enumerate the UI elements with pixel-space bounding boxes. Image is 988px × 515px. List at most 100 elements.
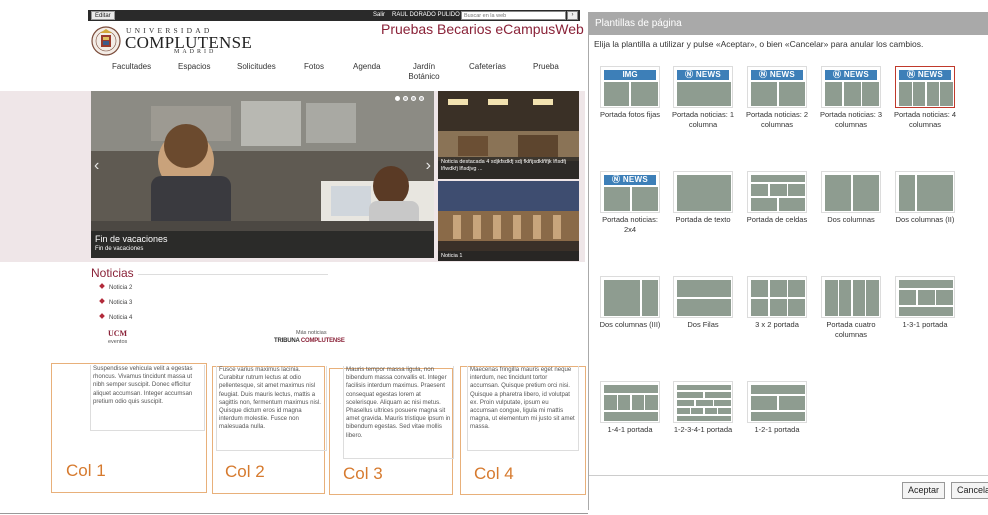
cancel-button[interactable]: Cancelar bbox=[951, 482, 988, 499]
nav-item-espacios[interactable]: Espacios bbox=[178, 62, 210, 72]
news-item-label: Noticia 2 bbox=[109, 285, 133, 291]
template-portada-cuatro-columnas[interactable]: Portada cuatro columnas bbox=[816, 276, 886, 340]
column-2-label: Col 2 bbox=[225, 462, 265, 481]
template-label: Portada de celdas bbox=[746, 215, 808, 224]
news-list-item[interactable]: Noticia 4 bbox=[99, 313, 132, 322]
template-label: Portada noticias: 3 columnas bbox=[819, 110, 883, 129]
featured-news-card[interactable]: Noticia destacada 4 sdjkfsdkfj sdj fklñj… bbox=[438, 91, 579, 179]
nav-item-prueba[interactable]: Prueba bbox=[533, 62, 559, 72]
news-text: NEWS bbox=[917, 70, 944, 79]
template-thumbnail: Ⓝ NEWS bbox=[600, 171, 660, 213]
search-input[interactable] bbox=[461, 11, 566, 20]
search-button[interactable]: › bbox=[567, 11, 578, 20]
column-3-label: Col 3 bbox=[343, 464, 383, 483]
main-navigation: Facultades Espacios Solicitudes Fotos Ag… bbox=[90, 62, 580, 88]
news-header-icon: Ⓝ NEWS bbox=[677, 70, 729, 80]
hero-slider[interactable]: ‹ › Fin de vacaciones Fin de vacaciones bbox=[91, 91, 434, 258]
news-text: NEWS bbox=[622, 175, 649, 184]
edit-button[interactable]: Editar bbox=[91, 11, 115, 20]
template-dos-columnas[interactable]: Dos columnas bbox=[816, 171, 886, 225]
hero-caption: Fin de vacaciones Fin de vacaciones bbox=[91, 231, 434, 258]
template-thumbnail bbox=[895, 276, 955, 318]
news-list-item[interactable]: Noticia 3 bbox=[99, 298, 133, 307]
slider-dot[interactable] bbox=[395, 96, 400, 101]
template-thumbnail bbox=[673, 171, 733, 213]
template-portada-de-celdas[interactable]: Portada de celdas bbox=[742, 171, 812, 225]
template-1-2-3-4-1-portada[interactable]: 1-2-3-4-1 portada bbox=[668, 381, 738, 435]
column-1-label: Col 1 bbox=[66, 461, 106, 480]
news-text: NEWS bbox=[769, 70, 796, 79]
template-portada-noticias-2x4[interactable]: Ⓝ NEWS Portada noticias: 2x4 bbox=[595, 171, 665, 235]
tribuna-complutense-logo[interactable]: TRIBUNA COMPLUTENSE bbox=[274, 338, 345, 344]
slider-dot[interactable] bbox=[411, 96, 416, 101]
logo-line-3: MADRID bbox=[174, 49, 217, 55]
nav-item-agenda[interactable]: Agenda bbox=[353, 62, 381, 72]
template-thumbnail bbox=[673, 381, 733, 423]
template-portada-noticias-3-columnas[interactable]: Ⓝ NEWS Portada noticias: 3 columnas bbox=[816, 66, 886, 130]
news-1-caption: Noticia 1 bbox=[438, 251, 579, 261]
template-dos-columnas-ii[interactable]: Dos columnas (II) bbox=[890, 171, 960, 225]
news-text: NEWS bbox=[695, 70, 722, 79]
template-thumbnail bbox=[600, 381, 660, 423]
news-header-icon: Ⓝ NEWS bbox=[751, 70, 803, 80]
nav-item-solicitudes[interactable]: Solicitudes bbox=[237, 62, 276, 72]
nav-item-jardin-botanico[interactable]: Jardín Botánico bbox=[402, 62, 446, 82]
ucm-events-link[interactable]: UCM eventos bbox=[108, 329, 127, 345]
template-thumbnail bbox=[747, 276, 807, 318]
page-templates-dialog: Plantillas de página Elija la plantilla … bbox=[588, 12, 988, 510]
nav-item-fotos[interactable]: Fotos bbox=[304, 62, 324, 72]
news-divider bbox=[138, 274, 328, 275]
template-portada-noticias-1-columna[interactable]: Ⓝ NEWS Portada noticias: 1 columna bbox=[668, 66, 738, 130]
template-thumbnail: Ⓝ NEWS bbox=[673, 66, 733, 108]
template-thumbnail bbox=[895, 171, 955, 213]
dialog-titlebar[interactable]: Plantillas de página bbox=[589, 12, 988, 35]
university-seal-icon bbox=[91, 26, 121, 56]
dialog-footer-divider bbox=[589, 475, 988, 476]
more-news-link[interactable]: Más noticias bbox=[296, 330, 327, 336]
template-1-2-1-portada[interactable]: 1-2-1 portada bbox=[742, 381, 812, 435]
bullet-icon bbox=[99, 298, 105, 304]
template-portada-de-texto[interactable]: Portada de texto bbox=[668, 171, 738, 225]
slider-prev-arrow-icon[interactable]: ‹ bbox=[94, 157, 99, 175]
template-portada-noticias-2-columnas[interactable]: Ⓝ NEWS Portada noticias: 2 columnas bbox=[742, 66, 812, 130]
template-thumbnail bbox=[747, 171, 807, 213]
template-label: Dos columnas (II) bbox=[895, 215, 955, 224]
template-thumbnail: IMG bbox=[600, 66, 660, 108]
template-thumbnail bbox=[673, 276, 733, 318]
template-portada-fotos-fijas[interactable]: IMG Portada fotos fijas bbox=[595, 66, 665, 120]
news-header-icon: Ⓝ NEWS bbox=[825, 70, 877, 80]
slider-next-arrow-icon[interactable]: › bbox=[426, 157, 431, 175]
template-label: 1-3-1 portada bbox=[902, 320, 948, 329]
news-header-icon: Ⓝ NEWS bbox=[604, 175, 656, 185]
hero-title: Fin de vacaciones bbox=[95, 234, 168, 244]
university-logo[interactable]: UNIVERSIDAD COMPLUTENSE MADRID bbox=[91, 25, 252, 57]
news-list-item[interactable]: Noticia 2 bbox=[99, 283, 133, 292]
template-3x2-portada[interactable]: 3 x 2 portada bbox=[742, 276, 812, 330]
template-label: Portada noticias: 2 columnas bbox=[745, 110, 809, 129]
template-1-3-1-portada[interactable]: 1-3-1 portada bbox=[890, 276, 960, 330]
template-dos-columnas-iii[interactable]: Dos columnas (III) bbox=[595, 276, 665, 330]
page-bottom-divider bbox=[0, 513, 588, 514]
template-label: Portada de texto bbox=[675, 215, 731, 224]
template-dos-filas[interactable]: Dos Filas bbox=[668, 276, 738, 330]
news-item-label: Noticia 3 bbox=[109, 300, 133, 306]
logout-link[interactable]: Salir bbox=[373, 11, 385, 20]
news-section-title: Noticias bbox=[91, 266, 134, 280]
template-1-4-1-portada[interactable]: 1-4-1 portada bbox=[595, 381, 665, 435]
template-label: Dos columnas (III) bbox=[599, 320, 661, 329]
news-1-card[interactable]: Noticia 1 bbox=[438, 181, 579, 261]
slider-dot[interactable] bbox=[403, 96, 408, 101]
accept-button[interactable]: Aceptar bbox=[902, 482, 946, 499]
nav-item-facultades[interactable]: Facultades bbox=[112, 62, 151, 72]
template-label: Portada noticias: 2x4 bbox=[602, 215, 658, 234]
column-1-text: Suspendisse vehicula velit a egestas rho… bbox=[90, 365, 205, 431]
column-4-text: Maecenas fringilla mauris eget neque int… bbox=[467, 366, 579, 451]
template-label: Dos columnas bbox=[827, 215, 875, 224]
user-name: RAUL DORADO PULIDO bbox=[392, 12, 460, 18]
slider-dot[interactable] bbox=[419, 96, 424, 101]
template-thumbnail bbox=[600, 276, 660, 318]
template-portada-noticias-4-columnas[interactable]: Ⓝ NEWS Portada noticias: 4 columnas bbox=[890, 66, 960, 130]
template-label: Dos Filas bbox=[687, 320, 719, 329]
slider-dots bbox=[395, 96, 424, 101]
nav-item-cafeterias[interactable]: Cafeterías bbox=[469, 62, 506, 72]
